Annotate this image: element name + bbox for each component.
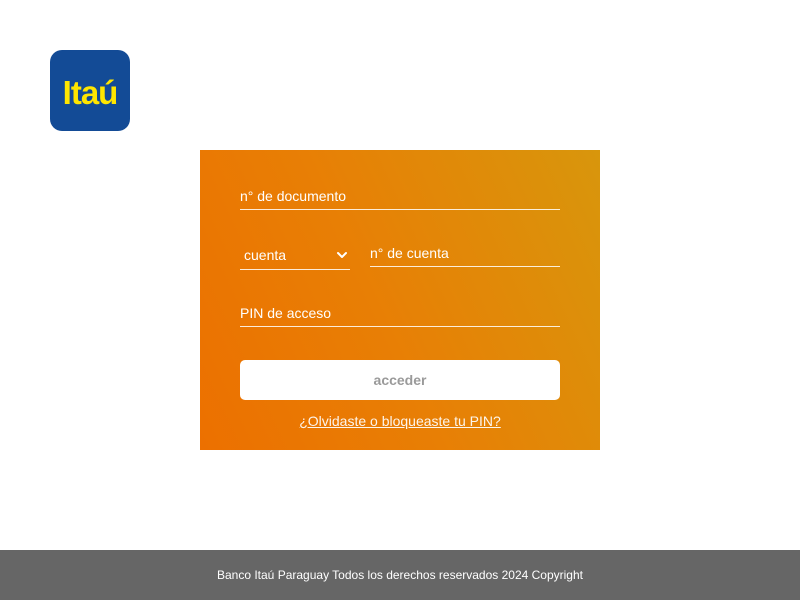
chevron-down-icon <box>337 252 347 258</box>
pin-field-wrap <box>240 299 560 327</box>
account-number-input[interactable] <box>370 239 560 266</box>
document-number-field-wrap <box>240 182 560 210</box>
document-number-input[interactable] <box>240 182 560 209</box>
login-page: Itaú cuenta acceder ¿Olvidaste o bloquea… <box>0 0 800 600</box>
account-type-select[interactable]: cuenta <box>240 241 350 270</box>
account-type-selected: cuenta <box>244 247 287 263</box>
forgot-pin-link[interactable]: ¿Olvidaste o bloqueaste tu PIN? <box>200 413 600 429</box>
footer: Banco Itaú Paraguay Todos los derechos r… <box>0 550 800 600</box>
login-card: cuenta acceder ¿Olvidaste o bloqueaste t… <box>200 150 600 450</box>
logo-text: Itaú <box>62 73 119 111</box>
pin-input[interactable] <box>240 299 560 326</box>
itau-logo: Itaú <box>50 50 130 131</box>
footer-copyright: Banco Itaú Paraguay Todos los derechos r… <box>216 568 583 582</box>
access-button[interactable]: acceder <box>240 360 560 400</box>
account-number-field-wrap <box>370 239 560 267</box>
